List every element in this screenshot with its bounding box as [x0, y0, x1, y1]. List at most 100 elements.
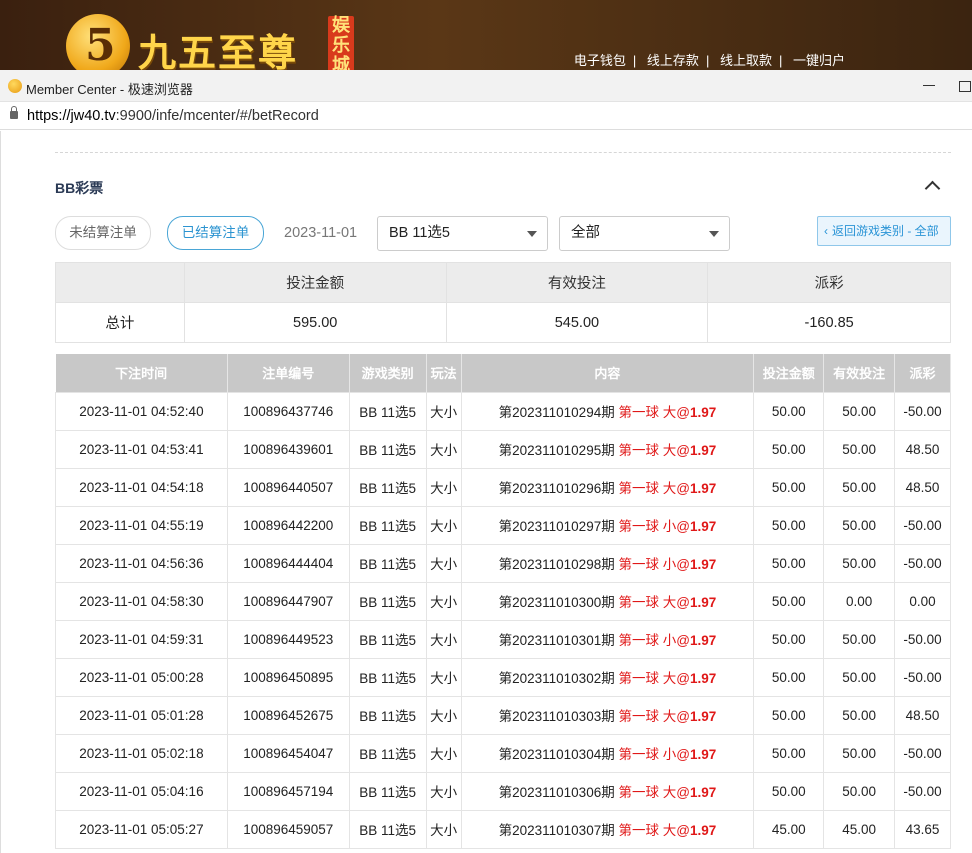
game-select[interactable]: BB 11选5	[377, 216, 548, 251]
content-at: @	[676, 405, 690, 420]
link-wallet[interactable]: 电子钱包	[574, 53, 626, 68]
cell-play: 大小	[425, 657, 462, 697]
back-to-categories-button[interactable]: ‹ 返回游戏类别 - 全部	[817, 216, 951, 246]
content-at: @	[676, 557, 690, 572]
records-body: 2023-11-01 04:52:40 100896437746 BB 11选5 大小…	[55, 391, 951, 849]
table-row: 2023-11-01 05:00:28 100896450895 BB 11选5 大小…	[55, 657, 951, 697]
cell-payout: -50.00	[894, 391, 951, 431]
window-title: Member Center - 极速浏览器	[26, 82, 193, 97]
cell-valid: 50.00	[823, 657, 896, 697]
summary-corner	[55, 262, 185, 303]
content-odds: 1.97	[689, 709, 717, 724]
cell-time: 2023-11-01 05:01:28	[55, 695, 228, 735]
cell-payout: -50.00	[894, 733, 951, 773]
bet-record-page: BB彩票 未结算注单 已结算注单 2023-11-01 BB 11选5 全部 ‹…	[0, 131, 972, 853]
cell-payout: 0.00	[894, 581, 951, 621]
cell-content: 第202311010295期 第一球 大@1.97	[460, 429, 755, 469]
cell-game: BB 11选5	[348, 771, 427, 811]
link-transfer-all[interactable]: 一键归户	[793, 53, 845, 68]
cell-game: BB 11选5	[348, 619, 427, 659]
content-at: @	[676, 785, 690, 800]
cell-time: 2023-11-01 04:52:40	[55, 391, 228, 431]
cell-amount: 45.00	[753, 809, 825, 849]
table-row: 2023-11-01 05:01:28 100896452675 BB 11选5 大小…	[55, 695, 951, 735]
header-id: 注单编号	[227, 354, 350, 392]
cell-time: 2023-11-01 05:00:28	[55, 657, 228, 697]
content-ball: 第一球 大	[618, 785, 677, 800]
cell-content: 第202311010298期 第一球 小@1.97	[460, 543, 755, 583]
header-play: 玩法	[426, 354, 462, 392]
cell-bet-id: 100896450895	[226, 657, 350, 697]
cell-game: BB 11选5	[348, 657, 427, 697]
content-period: 第202311010294期	[498, 405, 615, 420]
cell-bet-id: 100896454047	[226, 733, 350, 773]
play-select[interactable]: 全部	[559, 216, 730, 251]
cell-game: BB 11选5	[348, 581, 427, 621]
content-at: @	[676, 481, 690, 496]
cell-game: BB 11选5	[348, 391, 427, 431]
content-ball: 第一球 大	[618, 671, 677, 686]
url-text[interactable]: https://jw40.tv:9900/infe/mcenter/#/betR…	[27, 108, 319, 124]
cell-bet-id: 100896457194	[226, 771, 350, 811]
cell-bet-id: 100896442200	[226, 505, 350, 545]
header-game: 游戏类别	[349, 354, 427, 392]
cell-payout: -50.00	[894, 771, 951, 811]
cell-payout: -50.00	[894, 657, 951, 697]
cell-bet-id: 100896449523	[226, 619, 350, 659]
lock-icon	[10, 106, 18, 119]
content-period: 第202311010300期	[498, 595, 615, 610]
link-deposit[interactable]: 线上存款	[647, 53, 699, 68]
content-odds: 1.97	[689, 557, 717, 572]
cell-valid: 50.00	[823, 429, 896, 469]
cell-game: BB 11选5	[348, 733, 427, 773]
cell-amount: 50.00	[753, 391, 825, 431]
content-period: 第202311010297期	[498, 519, 615, 534]
cell-valid: 0.00	[823, 581, 896, 621]
cell-play: 大小	[425, 391, 462, 431]
browser-icon	[8, 79, 22, 93]
cell-game: BB 11选5	[348, 505, 427, 545]
url-host: https://jw40.tv	[27, 108, 116, 124]
content-period: 第202311010295期	[498, 443, 615, 458]
cell-play: 大小	[425, 619, 462, 659]
cell-amount: 50.00	[753, 657, 825, 697]
cell-bet-id: 100896447907	[226, 581, 350, 621]
divider	[55, 152, 951, 153]
table-row: 2023-11-01 04:53:41 100896439601 BB 11选5 大小…	[55, 429, 951, 469]
content-odds: 1.97	[689, 785, 717, 800]
cell-payout: -50.00	[894, 543, 951, 583]
cell-content: 第202311010306期 第一球 大@1.97	[460, 771, 755, 811]
minimize-icon[interactable]	[923, 85, 935, 86]
cell-valid: 50.00	[823, 619, 896, 659]
summary-header-bet: 投注金额	[183, 262, 447, 303]
cell-content: 第202311010296期 第一球 大@1.97	[460, 467, 755, 507]
brand-tag: 娱乐城	[328, 16, 354, 70]
content-ball: 第一球 大	[618, 443, 677, 458]
unsettled-bets-button[interactable]: 未结算注单	[55, 216, 151, 250]
section-title: BB彩票	[55, 180, 104, 196]
cell-time: 2023-11-01 04:54:18	[55, 467, 228, 507]
content-at: @	[676, 633, 690, 648]
summary-bet-amount: 595.00	[183, 302, 447, 343]
content-at: @	[676, 671, 690, 686]
date-picker[interactable]: 2023-11-01	[284, 225, 357, 241]
content-period: 第202311010307期	[498, 823, 615, 838]
brand-name: 九五至尊	[138, 30, 299, 70]
site-banner: 5 九五至尊 娱乐城 电子钱包 | 线上存款 | 线上取款 | 一键归户	[0, 0, 972, 70]
cell-play: 大小	[425, 467, 462, 507]
cell-amount: 50.00	[753, 695, 825, 735]
settled-bets-button[interactable]: 已结算注单	[167, 216, 264, 250]
cell-content: 第202311010300期 第一球 大@1.97	[460, 581, 755, 621]
content-period: 第202311010303期	[498, 709, 615, 724]
address-bar[interactable]: https://jw40.tv:9900/infe/mcenter/#/betR…	[0, 102, 972, 130]
cell-content: 第202311010297期 第一球 小@1.97	[460, 505, 755, 545]
content-at: @	[676, 823, 690, 838]
chevron-up-icon[interactable]	[925, 179, 939, 193]
table-row: 2023-11-01 05:02:18 100896454047 BB 11选5 大小…	[55, 733, 951, 773]
cell-time: 2023-11-01 05:02:18	[55, 733, 228, 773]
content-odds: 1.97	[689, 481, 717, 496]
cell-amount: 50.00	[753, 505, 825, 545]
link-withdraw[interactable]: 线上取款	[720, 53, 772, 68]
header-valid: 有效投注	[823, 354, 896, 392]
maximize-icon[interactable]	[959, 81, 971, 92]
